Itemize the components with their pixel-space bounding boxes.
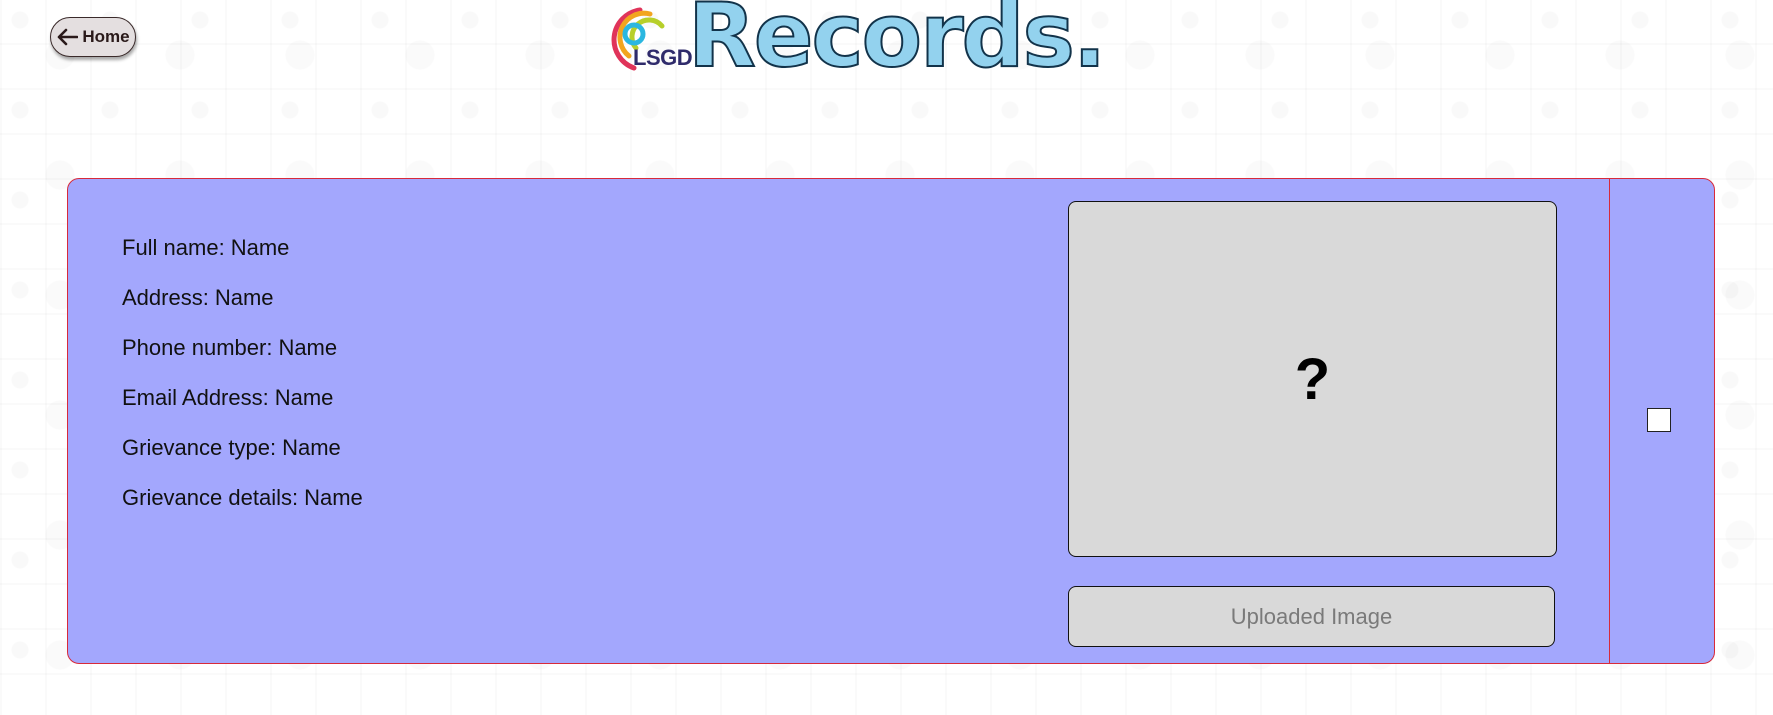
card-divider	[1609, 179, 1610, 663]
image-preview: ?	[1068, 201, 1557, 557]
field-value: Name	[214, 285, 274, 310]
field-address: Address: Name	[122, 285, 363, 335]
field-label: Email Address:	[122, 385, 269, 410]
logo-text: LSGD	[633, 45, 693, 70]
field-value: Name	[282, 435, 341, 460]
field-phone-number: Phone number: Name	[122, 335, 363, 385]
field-value: Name	[304, 485, 363, 510]
lsgd-logo: LSGD	[596, 4, 693, 76]
field-full-name: Full name: Name	[122, 235, 363, 285]
uploaded-image-button[interactable]: Uploaded Image	[1068, 586, 1555, 647]
page-title: Records.	[687, 0, 1107, 87]
field-label: Address:	[122, 285, 209, 310]
field-label: Phone number:	[122, 335, 273, 360]
image-placeholder-icon: ?	[1294, 346, 1331, 412]
field-email-address: Email Address: Name	[122, 385, 363, 435]
arrow-left-icon	[56, 28, 79, 46]
field-value: Name	[230, 235, 290, 260]
field-label: Grievance details:	[122, 485, 299, 510]
field-value: Name	[278, 335, 338, 360]
field-grievance-details: Grievance details: Name	[122, 485, 363, 535]
record-card: Full name: Name Address: Name Phone numb…	[67, 178, 1715, 664]
brand-header: LSGD Records.	[596, 0, 1107, 87]
field-label: Full name:	[122, 235, 225, 260]
field-label: Grievance type:	[122, 435, 277, 460]
home-button-label: Home	[82, 27, 130, 46]
field-grievance-type: Grievance type: Name	[122, 435, 363, 485]
record-fields: Full name: Name Address: Name Phone numb…	[122, 235, 363, 535]
home-button[interactable]: Home	[50, 17, 136, 57]
select-checkbox[interactable]	[1647, 408, 1671, 432]
field-value: Name	[274, 385, 334, 410]
